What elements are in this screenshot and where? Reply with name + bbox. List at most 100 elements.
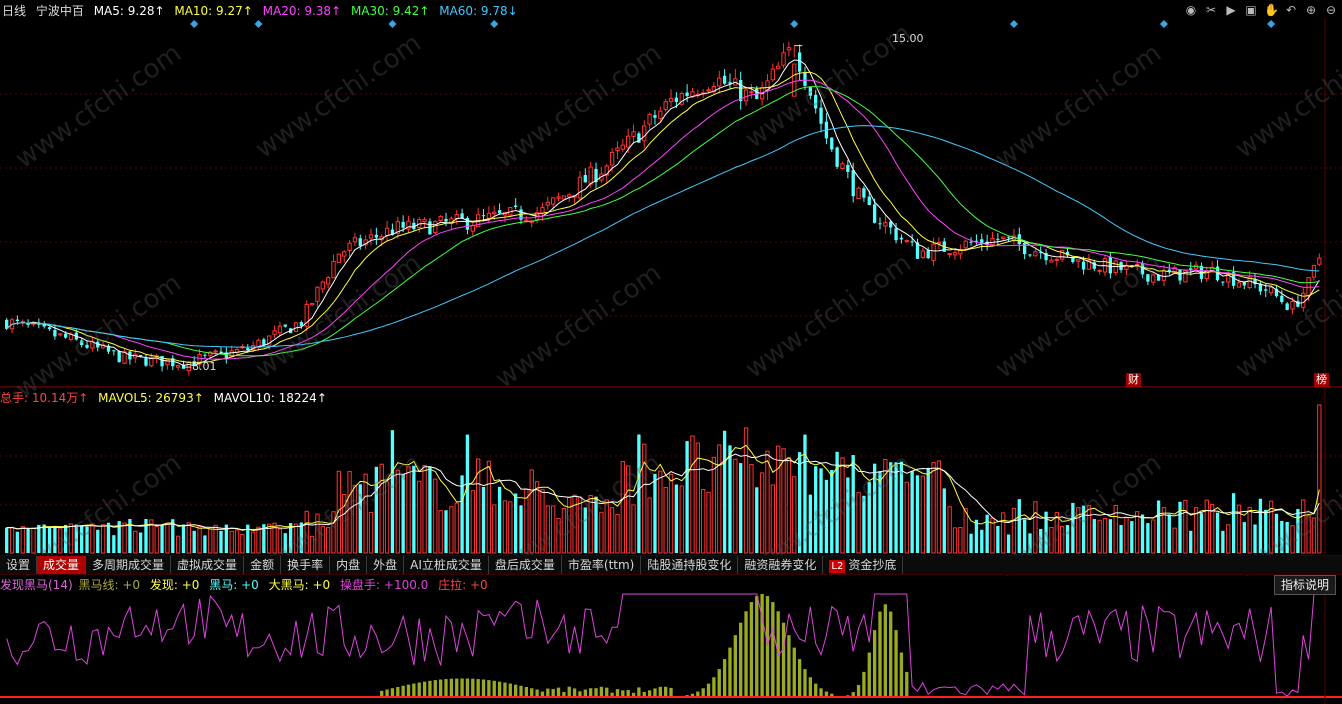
- volume-bar-up: [1172, 527, 1177, 554]
- volume-bar-up: [379, 463, 384, 554]
- indicator-name[interactable]: 发现黑马(14): [0, 578, 73, 592]
- event-diamond: [1009, 20, 1018, 28]
- candle-body-up: [1301, 292, 1306, 308]
- candle-body-up: [422, 218, 427, 223]
- volume-bar-down: [969, 533, 973, 553]
- hand-icon[interactable]: ✋: [1264, 3, 1279, 17]
- found-bar: [733, 635, 737, 697]
- volume-bar-down: [74, 524, 78, 553]
- volume-bar-up: [936, 460, 942, 554]
- volume-bar-down: [899, 461, 904, 553]
- volume-bar-up: [931, 462, 936, 554]
- candle-body-up: [352, 237, 358, 243]
- tab-13[interactable]: L2 资金抄底: [823, 556, 904, 574]
- volume-bar-up: [347, 471, 352, 554]
- lock-icon[interactable]: ▣: [1244, 3, 1258, 17]
- tab-12[interactable]: 融资融券变化: [738, 556, 824, 574]
- volume-bar-up: [1054, 512, 1059, 554]
- found-bar: [471, 678, 475, 697]
- candle-body-up: [368, 234, 374, 239]
- financial-report-badge[interactable]: 财: [1126, 373, 1141, 387]
- tab-3[interactable]: 虚拟成交量: [171, 556, 245, 574]
- volume-bar-down: [519, 505, 523, 553]
- candle-body-up: [293, 322, 299, 332]
- candle-body-up: [186, 361, 192, 372]
- volume-bar-up: [186, 522, 192, 554]
- found-bar: [653, 688, 657, 697]
- volume-bar-down: [1071, 502, 1075, 553]
- volume-bar-up: [175, 535, 181, 554]
- volume-bar-up: [529, 469, 534, 554]
- volume-bar-up: [492, 504, 497, 554]
- ma5-value: MA5: 9.28↑: [93, 4, 165, 18]
- volume-bar-down: [374, 466, 379, 553]
- candle-body-up: [776, 65, 781, 70]
- candle-body-up: [1151, 274, 1156, 283]
- candle-body-up: [331, 261, 336, 279]
- volume-bar-down: [1167, 514, 1171, 553]
- ranking-badge[interactable]: 榜: [1314, 373, 1329, 387]
- period-label[interactable]: 日线: [2, 4, 26, 18]
- volume-bar-up: [551, 505, 556, 554]
- volume-bar-down: [685, 441, 689, 553]
- volume-bar-up: [1134, 511, 1140, 554]
- tab-4[interactable]: 金额: [244, 556, 282, 574]
- candle-body-up: [952, 252, 958, 256]
- candle-body-up: [325, 277, 331, 285]
- tab-1[interactable]: 成交量: [37, 556, 87, 574]
- candle-body-down: [674, 97, 679, 103]
- scissors-icon[interactable]: ✂: [1204, 3, 1218, 17]
- found-bar: [401, 685, 405, 697]
- volume-bar-up: [1049, 527, 1054, 554]
- mavol5-line: [6, 444, 1320, 532]
- candle-body-down: [514, 205, 518, 208]
- candle-body-up: [883, 222, 888, 227]
- tab-0[interactable]: 设置: [0, 556, 38, 574]
- tab-11[interactable]: 陆股通持股变化: [641, 556, 739, 574]
- tab-7[interactable]: 外盘: [367, 556, 405, 574]
- play-icon[interactable]: ▶: [1224, 3, 1238, 17]
- stock-chart[interactable]: [0, 0, 1342, 704]
- volume-bar-up: [749, 464, 754, 554]
- tab-2[interactable]: 多周期成交量: [86, 556, 172, 574]
- tab-5[interactable]: 换手率: [281, 556, 331, 574]
- candle-body-up: [936, 241, 942, 244]
- volume-bar-down: [824, 479, 829, 553]
- eye-icon[interactable]: ◉: [1184, 3, 1198, 17]
- candle-body-down: [803, 72, 807, 86]
- tab-9[interactable]: 盘后成交量: [489, 556, 562, 574]
- volume-bar-up: [701, 488, 706, 554]
- candle-body-up: [1268, 286, 1274, 294]
- candle-body-up: [990, 238, 995, 245]
- tab-8[interactable]: AI立桩成交量: [404, 556, 489, 574]
- volume-bar-up: [1311, 517, 1317, 554]
- candle-body-down: [15, 319, 20, 321]
- volume-bar-up: [540, 489, 545, 554]
- volume-bar-up: [368, 511, 374, 554]
- found-bar: [739, 622, 743, 697]
- candle-body-down: [47, 327, 52, 330]
- candle-body-down: [851, 170, 855, 197]
- volume-bar-down: [942, 488, 946, 553]
- back-icon[interactable]: ↶: [1284, 3, 1298, 17]
- candle-body-down: [867, 196, 871, 206]
- volume-bar-up: [1086, 505, 1092, 554]
- zoom-in-icon[interactable]: ⊕: [1304, 3, 1318, 17]
- tab-6[interactable]: 内盘: [330, 556, 368, 574]
- volume-bar-down: [846, 477, 850, 553]
- indicator-explain-button[interactable]: 指标说明: [1273, 575, 1336, 595]
- high-price-label: 15.00: [892, 32, 924, 45]
- volume-bar-up: [154, 526, 159, 554]
- volume-bar-up: [786, 457, 792, 554]
- event-diamond: [254, 20, 263, 28]
- zoom-out-icon[interactable]: ⊖: [1324, 3, 1338, 17]
- found-bar: [422, 681, 427, 697]
- found-bar: [492, 680, 496, 697]
- candle-body-down: [797, 52, 802, 72]
- found-bar: [594, 688, 598, 697]
- ma10-line: [6, 71, 1320, 364]
- volume-bar-up: [1001, 512, 1006, 554]
- candle-body-down: [481, 215, 486, 217]
- volume-bar-down: [1130, 521, 1134, 553]
- tab-10[interactable]: 市盈率(ttm): [562, 556, 642, 574]
